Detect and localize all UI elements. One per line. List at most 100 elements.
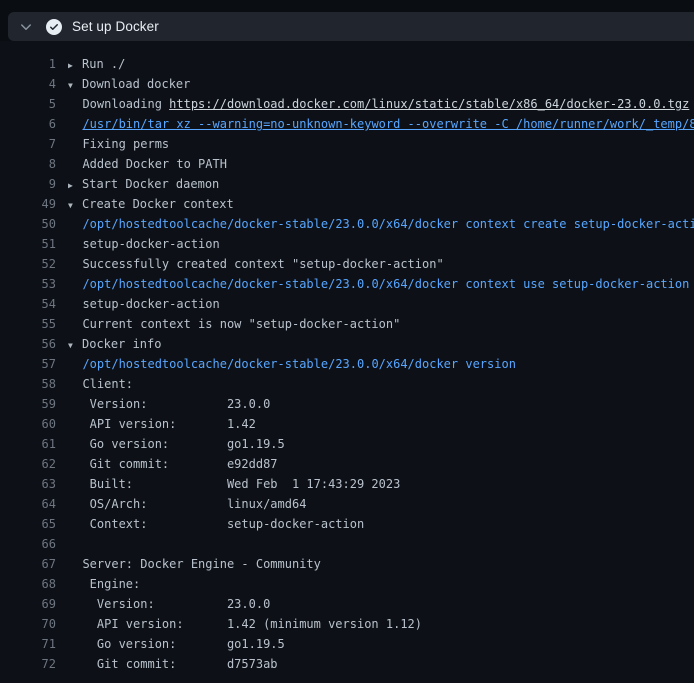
log-line: 54 setup-docker-action (16, 294, 694, 314)
line-number[interactable]: 55 (16, 314, 56, 334)
log-line: 4 ▼ Download docker (16, 74, 694, 94)
line-content: Version: 23.0.0 (68, 394, 694, 414)
line-number[interactable]: 72 (16, 654, 56, 674)
line-number[interactable]: 58 (16, 374, 56, 394)
line-content: Built: Wed Feb 1 17:43:29 2023 (68, 474, 694, 494)
line-number[interactable]: 62 (16, 454, 56, 474)
log-text: Download docker (82, 77, 190, 91)
line-number[interactable]: 9 (16, 174, 56, 194)
log-text: Run ./ (82, 57, 125, 71)
group-collapsed-icon[interactable]: ▶ (68, 56, 77, 74)
line-number[interactable]: 65 (16, 514, 56, 534)
log-text: Downloading (68, 97, 169, 111)
log-line: 6 /usr/bin/tar xz --warning=no-unknown-k… (16, 114, 694, 134)
log-line: 5 Downloading https://download.docker.co… (16, 94, 694, 114)
log-line: 55 Current context is now "setup-docker-… (16, 314, 694, 334)
line-number[interactable]: 68 (16, 574, 56, 594)
group-expanded-icon[interactable]: ▼ (68, 336, 77, 354)
log-line: 8 Added Docker to PATH (16, 154, 694, 174)
log-line: 68 Engine: (16, 574, 694, 594)
line-number[interactable]: 67 (16, 554, 56, 574)
log-line: 57 /opt/hostedtoolcache/docker-stable/23… (16, 354, 694, 374)
log-line: 50 /opt/hostedtoolcache/docker-stable/23… (16, 214, 694, 234)
log-text: setup-docker-action (68, 237, 220, 251)
log-line: 49▼Create Docker context (16, 194, 694, 214)
line-number[interactable]: 70 (16, 614, 56, 634)
log-command-text: /opt/hostedtoolcache/docker-stable/23.0.… (82, 357, 515, 371)
log-line: 52 Successfully created context "setup-d… (16, 254, 694, 274)
log-line: 65 Context: setup-docker-action (16, 514, 694, 534)
log-line: 70 API version: 1.42 (minimum version 1.… (16, 614, 694, 634)
line-number[interactable]: 61 (16, 434, 56, 454)
log-text (68, 117, 82, 131)
log-text (68, 277, 82, 291)
line-content: Version: 23.0.0 (68, 594, 694, 614)
log-text: setup-docker-action (68, 297, 220, 311)
log-text: Successfully created context "setup-dock… (68, 257, 444, 271)
line-number[interactable]: 69 (16, 594, 56, 614)
log-command-text[interactable]: /usr/bin/tar xz --warning=no-unknown-key… (82, 117, 694, 131)
line-content: Git commit: e92dd87 (68, 454, 694, 474)
line-number[interactable]: 53 (16, 274, 56, 294)
line-number[interactable]: 49 (16, 194, 56, 214)
log-line: 7 Fixing perms (16, 134, 694, 154)
step-header[interactable]: Set up Docker (8, 12, 694, 41)
log-line: 64 OS/Arch: linux/amd64 (16, 494, 694, 514)
line-content: Git commit: d7573ab (68, 654, 694, 674)
line-number[interactable]: 4 (16, 74, 56, 94)
line-content: /usr/bin/tar xz --warning=no-unknown-key… (68, 114, 694, 134)
line-content: Added Docker to PATH (68, 154, 694, 174)
log-text: Docker info (82, 337, 161, 351)
log-line: 67 Server: Docker Engine - Community (16, 554, 694, 574)
line-content: Go version: go1.19.5 (68, 634, 694, 654)
log-text: Engine: (68, 577, 140, 591)
log-text: Server: Docker Engine - Community (68, 557, 321, 571)
log-line: 9▶Start Docker daemon (16, 174, 694, 194)
line-number[interactable]: 60 (16, 414, 56, 434)
line-number[interactable]: 56 (16, 334, 56, 354)
group-collapsed-icon[interactable]: ▶ (68, 176, 77, 194)
line-number[interactable]: 64 (16, 494, 56, 514)
line-number[interactable]: 59 (16, 394, 56, 414)
line-number[interactable]: 5 (16, 94, 56, 114)
line-number[interactable]: 1 (16, 54, 56, 74)
log-line: 59 Version: 23.0.0 (16, 394, 694, 414)
log-line: 66 (16, 534, 694, 554)
log-text: Added Docker to PATH (68, 157, 227, 171)
line-content: OS/Arch: linux/amd64 (68, 494, 694, 514)
line-content: /opt/hostedtoolcache/docker-stable/23.0.… (68, 214, 694, 234)
group-expanded-icon[interactable]: ▼ (68, 196, 77, 214)
log-line: 1 ▶ Run ./ (16, 54, 694, 74)
line-number[interactable]: 6 (16, 114, 56, 134)
line-content: Downloading https://download.docker.com/… (68, 94, 694, 114)
log-line: 60 API version: 1.42 (16, 414, 694, 434)
log-text (68, 217, 82, 231)
line-number[interactable]: 51 (16, 234, 56, 254)
line-content: Go version: go1.19.5 (68, 434, 694, 454)
line-content: API version: 1.42 (minimum version 1.12) (68, 614, 694, 634)
log-line: 53 /opt/hostedtoolcache/docker-stable/23… (16, 274, 694, 294)
log-command-text: /opt/hostedtoolcache/docker-stable/23.0.… (82, 217, 694, 231)
log-text: API version: 1.42 (68, 417, 256, 431)
line-number[interactable]: 63 (16, 474, 56, 494)
log-text: Client: (68, 377, 133, 391)
log-link[interactable]: https://download.docker.com/linux/static… (169, 97, 689, 111)
line-number[interactable]: 52 (16, 254, 56, 274)
log-line: 69 Version: 23.0.0 (16, 594, 694, 614)
log-command-text: /opt/hostedtoolcache/docker-stable/23.0.… (82, 277, 689, 291)
line-number[interactable]: 8 (16, 154, 56, 174)
group-expanded-icon[interactable]: ▼ (68, 76, 77, 94)
line-content: Context: setup-docker-action (68, 514, 694, 534)
line-content: ▼ Docker info (68, 334, 694, 354)
line-number[interactable]: 7 (16, 134, 56, 154)
line-number[interactable]: 57 (16, 354, 56, 374)
line-number[interactable]: 66 (16, 534, 56, 554)
line-number[interactable]: 50 (16, 214, 56, 234)
log-line: 58 Client: (16, 374, 694, 394)
line-content: Successfully created context "setup-dock… (68, 254, 694, 274)
line-number[interactable]: 71 (16, 634, 56, 654)
log-text: API version: 1.42 (minimum version 1.12) (68, 617, 422, 631)
chevron-down-icon[interactable] (18, 19, 34, 35)
line-content: /opt/hostedtoolcache/docker-stable/23.0.… (68, 354, 694, 374)
line-number[interactable]: 54 (16, 294, 56, 314)
